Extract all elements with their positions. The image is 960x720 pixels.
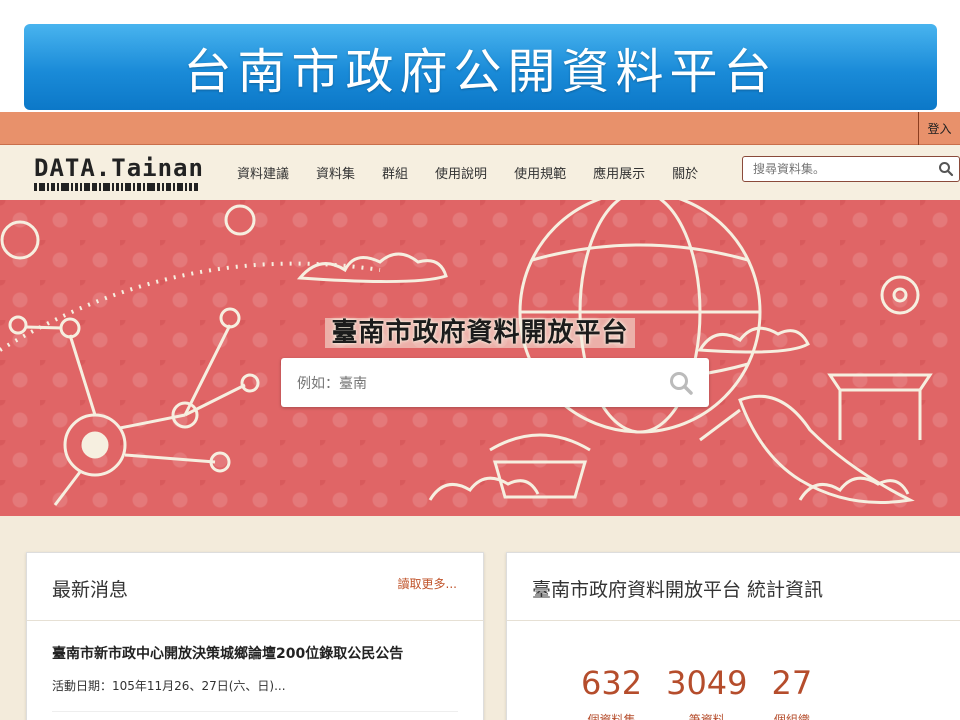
nav-item-help[interactable]: 使用說明: [435, 163, 487, 182]
slide-title-banner: 台南市政府公開資料平台: [24, 24, 937, 110]
stat-datasets[interactable]: 632 個資料集: [581, 665, 642, 720]
news-panel-title: 最新消息: [52, 579, 129, 601]
nav-item-showcase[interactable]: 應用展示: [593, 163, 645, 182]
read-more-link[interactable]: 讀取更多...: [398, 575, 457, 592]
content-area: 最新消息 讀取更多... 臺南市新市政中心開放決策城鄉論壇200位錄取公民公告 …: [0, 516, 960, 720]
top-bar: 登入: [0, 112, 960, 145]
hero-search-input[interactable]: [281, 358, 709, 407]
stat-organizations-value: 27: [771, 664, 813, 702]
stat-organizations-label: 個組織: [773, 713, 810, 720]
slide-title: 台南市政府公開資料平台: [183, 44, 778, 100]
logo-text: DATA.Tainan: [34, 154, 204, 182]
stat-records[interactable]: 3049 筆資料: [666, 665, 747, 720]
news-item: 臺南市新市政中心開放決策城鄉論壇200位錄取公民公告 活動日期：105年11月2…: [27, 621, 483, 694]
stat-organizations[interactable]: 27 個組織: [772, 665, 813, 720]
hero-search-icon[interactable]: [668, 370, 694, 396]
news-item-date: 活動日期：105年11月26、27日(六、日)...: [52, 679, 286, 693]
hero-title-text: 臺南市政府資料開放平台: [325, 318, 635, 348]
stats-panel-header: 臺南市政府資料開放平台 統計資訊: [507, 553, 960, 621]
stats-panel: 臺南市政府資料開放平台 統計資訊 632 個資料集 3049 筆資料 27 個組…: [506, 552, 960, 720]
stat-records-label: 筆資料: [688, 713, 725, 720]
stat-datasets-value: 632: [581, 664, 643, 702]
nav-item-datasets[interactable]: 資料集: [316, 163, 355, 182]
news-divider: [52, 711, 458, 712]
main-nav: 資料建議 資料集 群組 使用說明 使用規範 應用展示 關於: [237, 145, 725, 200]
nav-item-suggestions[interactable]: 資料建議: [237, 163, 289, 182]
news-panel-header: 最新消息 讀取更多...: [27, 553, 483, 621]
news-panel: 最新消息 讀取更多... 臺南市新市政中心開放決策城鄉論壇200位錄取公民公告 …: [26, 552, 484, 720]
site-logo[interactable]: DATA.Tainan: [34, 155, 220, 195]
news-item-title[interactable]: 臺南市新市政中心開放決策城鄉論壇200位錄取公民公告: [52, 643, 458, 663]
search-icon[interactable]: [938, 161, 954, 177]
stats-panel-title: 臺南市政府資料開放平台 統計資訊: [532, 579, 824, 601]
nav-search-input[interactable]: [742, 156, 960, 182]
nav-item-groups[interactable]: 群組: [382, 163, 408, 182]
nav-item-terms[interactable]: 使用規範: [514, 163, 566, 182]
hero-title: 臺南市政府資料開放平台: [0, 312, 960, 349]
nav-item-about[interactable]: 關於: [672, 163, 698, 182]
stat-records-value: 3049: [666, 664, 748, 702]
stat-datasets-label: 個資料集: [587, 713, 636, 720]
login-button[interactable]: 登入: [918, 112, 960, 145]
logo-barcode: [34, 183, 220, 191]
screenshot: 台南市政府公開資料平台 登入 DATA.Tainan 資料建議 資料集 群組 使…: [0, 0, 960, 720]
stats-row: 632 個資料集 3049 筆資料 27 個組織: [581, 665, 836, 720]
